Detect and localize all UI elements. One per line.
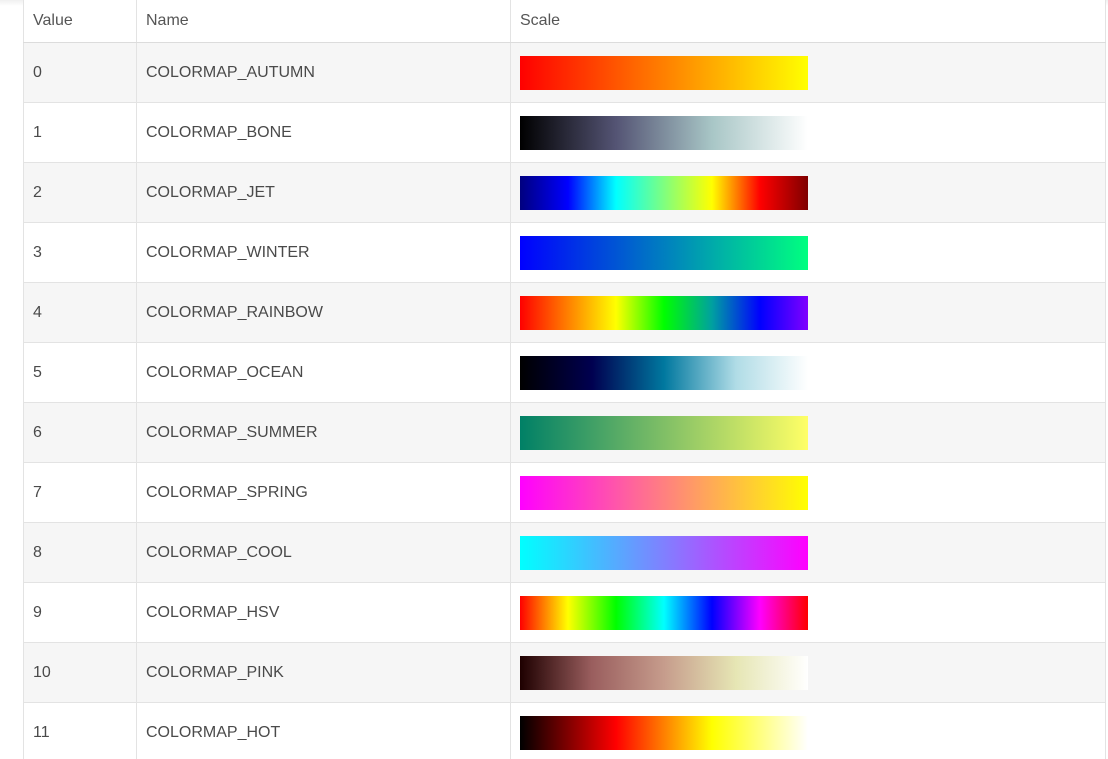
- cell-scale: [510, 282, 1106, 343]
- table-header-row: Value Name Scale: [23, 0, 1106, 43]
- table-row: 3 COLORMAP_WINTER: [23, 222, 1106, 283]
- cell-name: COLORMAP_SPRING: [136, 462, 511, 523]
- cell-name: COLORMAP_HSV: [136, 582, 511, 643]
- cell-name: COLORMAP_BONE: [136, 102, 511, 163]
- cell-name: COLORMAP_SUMMER: [136, 402, 511, 463]
- table-row: 2 COLORMAP_JET: [23, 162, 1106, 223]
- table-row: 7 COLORMAP_SPRING: [23, 462, 1106, 523]
- cell-scale: [510, 702, 1106, 759]
- table-row: 11 COLORMAP_HOT: [23, 702, 1106, 759]
- cell-scale: [510, 42, 1106, 103]
- cell-value: 5: [23, 342, 137, 403]
- cell-value: 3: [23, 222, 137, 283]
- cell-scale: [510, 162, 1106, 223]
- cell-value: 10: [23, 642, 137, 703]
- cell-value: 6: [23, 402, 137, 463]
- colormap-scale-bar: [520, 595, 808, 630]
- cell-scale: [510, 102, 1106, 163]
- colormap-scale-bar: [520, 655, 808, 690]
- cell-name: COLORMAP_HOT: [136, 702, 511, 759]
- cell-scale: [510, 402, 1106, 463]
- cell-scale: [510, 462, 1106, 523]
- cell-value: 2: [23, 162, 137, 223]
- cell-scale: [510, 222, 1106, 283]
- colormap-scale-bar: [520, 535, 808, 570]
- colormap-page: Value Name Scale 0 COLORMAP_AUTUMN 1 COL…: [0, 0, 1108, 759]
- cell-name: COLORMAP_WINTER: [136, 222, 511, 283]
- colormap-scale-bar: [520, 55, 808, 90]
- cell-value: 11: [23, 702, 137, 759]
- cell-name: COLORMAP_OCEAN: [136, 342, 511, 403]
- table-row: 0 COLORMAP_AUTUMN: [23, 42, 1106, 103]
- cell-value: 9: [23, 582, 137, 643]
- table-row: 1 COLORMAP_BONE: [23, 102, 1106, 163]
- cell-value: 1: [23, 102, 137, 163]
- cell-value: 4: [23, 282, 137, 343]
- cell-name: COLORMAP_PINK: [136, 642, 511, 703]
- table-row: 5 COLORMAP_OCEAN: [23, 342, 1106, 403]
- cell-name: COLORMAP_JET: [136, 162, 511, 223]
- cell-name: COLORMAP_AUTUMN: [136, 42, 511, 103]
- table-row: 6 COLORMAP_SUMMER: [23, 402, 1106, 463]
- colormap-table: Value Name Scale 0 COLORMAP_AUTUMN 1 COL…: [23, 0, 1106, 759]
- header-value: Value: [23, 0, 137, 43]
- table-row: 10 COLORMAP_PINK: [23, 642, 1106, 703]
- cell-scale: [510, 642, 1106, 703]
- cell-scale: [510, 522, 1106, 583]
- colormap-scale-bar: [520, 415, 808, 450]
- table-row: 4 COLORMAP_RAINBOW: [23, 282, 1106, 343]
- cell-value: 0: [23, 42, 137, 103]
- header-name: Name: [136, 0, 511, 43]
- colormap-scale-bar: [520, 235, 808, 270]
- colormap-scale-bar: [520, 475, 808, 510]
- cell-scale: [510, 342, 1106, 403]
- cell-scale: [510, 582, 1106, 643]
- colormap-scale-bar: [520, 295, 808, 330]
- cell-value: 7: [23, 462, 137, 523]
- colormap-scale-bar: [520, 115, 808, 150]
- colormap-scale-bar: [520, 715, 808, 750]
- colormap-scale-bar: [520, 175, 808, 210]
- table-row: 9 COLORMAP_HSV: [23, 582, 1106, 643]
- colormap-scale-bar: [520, 355, 808, 390]
- cell-value: 8: [23, 522, 137, 583]
- cell-name: COLORMAP_RAINBOW: [136, 282, 511, 343]
- header-scale: Scale: [510, 0, 1106, 43]
- table-row: 8 COLORMAP_COOL: [23, 522, 1106, 583]
- cell-name: COLORMAP_COOL: [136, 522, 511, 583]
